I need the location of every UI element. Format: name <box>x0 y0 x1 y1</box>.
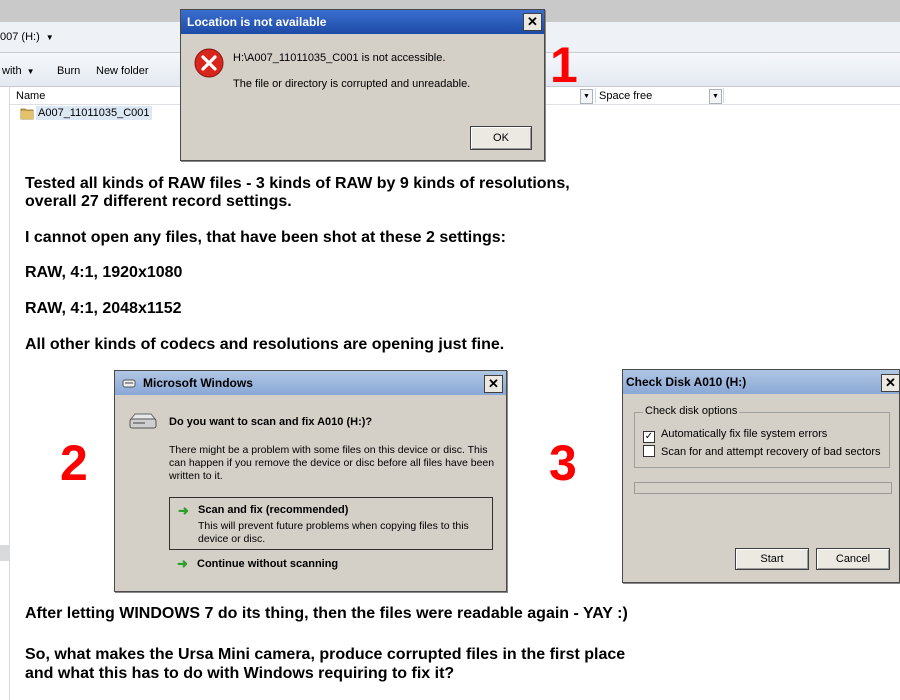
location-not-available-dialog: Location is not available ✕ H:\A007_1101… <box>180 9 545 161</box>
green-arrow-icon: ➜ <box>178 503 189 518</box>
fix-errors-option[interactable]: ✓ Automatically fix file system errors <box>643 428 827 443</box>
new-folder-button[interactable]: New folder <box>96 65 149 77</box>
burn-button[interactable]: Burn <box>57 65 80 77</box>
step-number-1: 1 <box>550 37 578 93</box>
scan-and-fix-title: Scan and fix (recommended) <box>198 504 349 516</box>
close-icon[interactable]: ✕ <box>881 374 900 392</box>
scan-description: There might be a problem with some files… <box>169 444 495 482</box>
setting-1: RAW, 4:1, 1920x1080 <box>25 264 183 281</box>
dialog-title[interactable]: Check Disk A010 (H:) <box>623 370 899 394</box>
share-with-dropdown-icon: ▼ <box>26 67 35 76</box>
address-text[interactable]: 007 (H:) ▼ <box>0 31 54 43</box>
recover-sectors-option[interactable]: Scan for and attempt recovery of bad sec… <box>643 445 881 458</box>
continue-without-scanning-option[interactable]: Continue without scanning <box>197 558 338 570</box>
recover-sectors-checkbox[interactable] <box>643 445 655 457</box>
column-space-free[interactable]: Space free <box>599 90 652 102</box>
green-arrow-icon: ➜ <box>177 556 188 571</box>
start-button[interactable]: Start <box>735 548 809 570</box>
recover-sectors-label: Scan for and attempt recovery of bad sec… <box>661 446 881 458</box>
close-icon[interactable]: ✕ <box>484 375 503 393</box>
scan-and-fix-subtext: This will prevent future problems when c… <box>198 520 469 545</box>
scan-and-fix-dialog: Microsoft Windows ✕ Do you want to scan … <box>114 370 507 592</box>
column-name[interactable]: Name <box>16 90 45 102</box>
fix-errors-checkbox[interactable]: ✓ <box>643 431 655 443</box>
scan-and-fix-option[interactable]: ➜ Scan and fix (recommended) This will p… <box>169 497 493 550</box>
paragraph-2: I cannot open any files, that have been … <box>25 229 506 246</box>
check-disk-options-group: Check disk options ✓ Automatically fix fi… <box>634 405 890 468</box>
address-dropdown-icon[interactable]: ▼ <box>46 33 54 42</box>
navigation-pane-selection <box>0 545 9 561</box>
error-path-text: H:\A007_11011035_C001 is not accessible. <box>233 52 446 64</box>
dialog-title[interactable]: Location is not available <box>181 10 544 34</box>
column-dropdown-icon[interactable]: ▼ <box>580 89 593 104</box>
share-with-button[interactable]: with ▼ <box>2 65 34 77</box>
paragraph-5-line-2: and what this has to do with Windows req… <box>25 665 455 682</box>
paragraph-1-line-2: overall 27 different record settings. <box>25 193 292 210</box>
drive-icon <box>129 413 157 429</box>
error-reason-text: The file or directory is corrupted and u… <box>233 78 471 90</box>
navigation-pane[interactable] <box>0 87 10 700</box>
dialog-title[interactable]: Microsoft Windows <box>115 371 506 395</box>
setting-2: RAW, 4:1, 2048x1152 <box>25 300 182 317</box>
column-separator <box>723 88 724 103</box>
folder-icon <box>20 108 34 120</box>
paragraph-5-line-1: So, what makes the Ursa Mini camera, pro… <box>25 646 626 663</box>
progress-bar <box>634 482 892 494</box>
drive-small-icon <box>122 379 136 388</box>
cancel-button[interactable]: Cancel <box>816 548 890 570</box>
folder-name[interactable]: A007_11011035_C001 <box>36 106 152 120</box>
fix-errors-label: Automatically fix file system errors <box>661 428 828 440</box>
step-number-2: 2 <box>60 435 88 491</box>
column-separator <box>595 88 596 103</box>
paragraph-3: All other kinds of codecs and resolution… <box>25 336 505 353</box>
close-icon[interactable]: ✕ <box>523 13 542 31</box>
step-number-3: 3 <box>549 435 577 491</box>
group-label: Check disk options <box>643 405 740 417</box>
paragraph-1-line-1: Tested all kinds of RAW files - 3 kinds … <box>25 175 570 192</box>
error-icon <box>194 48 224 78</box>
scan-question: Do you want to scan and fix A010 (H:)? <box>169 416 373 428</box>
ok-button[interactable]: OK <box>470 126 532 150</box>
check-disk-dialog: Check Disk A010 (H:) ✕ Check disk option… <box>622 369 900 583</box>
paragraph-4: After letting WINDOWS 7 do its thing, th… <box>25 605 628 622</box>
column-dropdown-icon[interactable]: ▼ <box>709 89 722 104</box>
